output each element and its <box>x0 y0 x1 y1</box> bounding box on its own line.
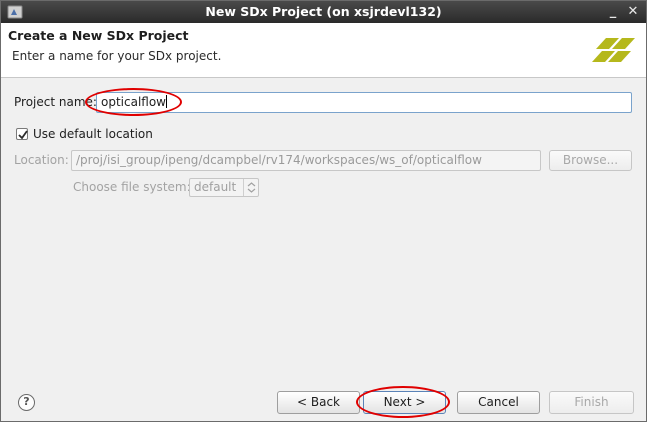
xilinx-logo-icon <box>592 38 635 62</box>
help-icon[interactable]: ? <box>18 394 35 411</box>
finish-button[interactable]: Finish <box>549 391 634 414</box>
use-default-location-label: Use default location <box>33 127 153 141</box>
checkmark-icon <box>18 130 28 140</box>
use-default-location-checkbox[interactable] <box>16 128 28 140</box>
location-input[interactable]: /proj/isi_group/ipeng/dcampbel/rv174/wor… <box>71 150 541 171</box>
project-name-value: opticalflow <box>101 95 166 109</box>
project-name-input[interactable]: opticalflow <box>96 92 632 113</box>
close-button[interactable]: ✕ <box>625 4 641 20</box>
title-bar: New SDx Project (on xsjrdevl132) _ ✕ <box>1 1 646 23</box>
text-caret <box>166 95 167 108</box>
window-title: New SDx Project (on xsjrdevl132) <box>205 4 442 19</box>
project-name-label: Project name: <box>14 95 97 109</box>
location-label: Location: <box>14 153 69 167</box>
browse-button[interactable]: Browse... <box>549 150 632 171</box>
file-system-value: default <box>194 180 237 194</box>
cancel-button[interactable]: Cancel <box>457 391 540 414</box>
file-system-select[interactable]: default <box>189 178 259 197</box>
minimize-button[interactable]: _ <box>605 4 621 20</box>
wizard-subtitle: Enter a name for your SDx project. <box>12 49 222 63</box>
back-button[interactable]: < Back <box>277 391 360 414</box>
new-project-dialog: New SDx Project (on xsjrdevl132) _ ✕ Cre… <box>0 0 647 422</box>
wizard-title: Create a New SDx Project <box>8 28 189 43</box>
file-system-label: Choose file system: <box>73 180 191 194</box>
wizard-header: Create a New SDx Project Enter a name fo… <box>1 23 646 78</box>
next-button[interactable]: Next > <box>363 391 446 414</box>
spinner-arrows-icon <box>243 179 258 196</box>
